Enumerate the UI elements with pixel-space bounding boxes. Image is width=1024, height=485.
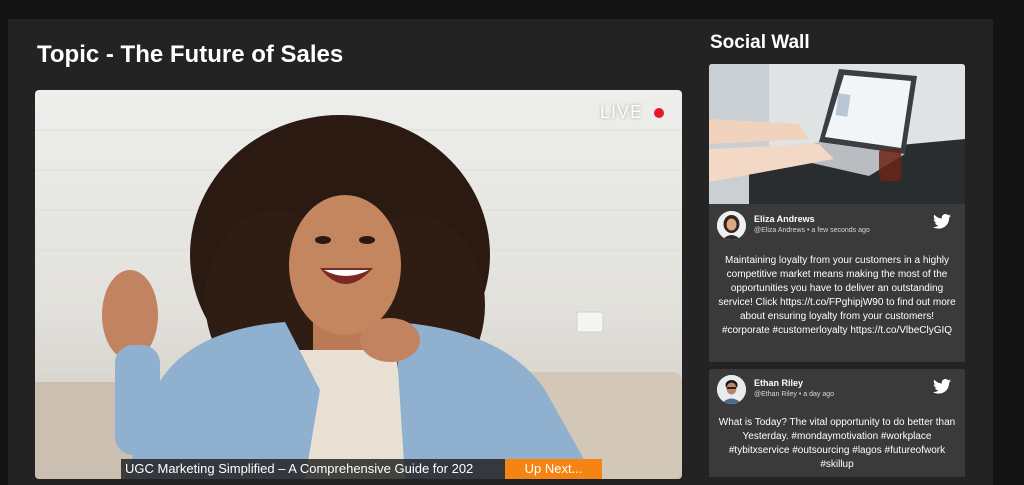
- post-text: Maintaining loyalty from your customers …: [718, 255, 956, 336]
- social-wall-title: Social Wall: [710, 32, 810, 53]
- social-post-card[interactable]: Eliza Andrews @Eliza Andrews • a few sec…: [709, 204, 965, 362]
- post-handle: @Eliza Andrews: [754, 227, 806, 234]
- twitter-icon[interactable]: [933, 379, 951, 394]
- live-indicator-dot: [654, 108, 664, 118]
- video-frame-image: [35, 115, 682, 479]
- post-text: What is Today? The vital opportunity to …: [718, 417, 956, 470]
- post-author: Ethan Riley: [754, 378, 804, 388]
- video-caption: UGC Marketing Simplified – A Comprehensi…: [121, 459, 505, 479]
- twitter-icon[interactable]: [933, 214, 951, 229]
- live-label: LIVE: [600, 102, 644, 122]
- post-time: a few seconds ago: [811, 227, 870, 234]
- page-title: Topic - The Future of Sales: [37, 41, 343, 69]
- topic-separator: -: [99, 41, 121, 68]
- topic-label: Topic: [37, 41, 100, 68]
- post-meta: @Eliza Andrews • a few seconds ago: [754, 227, 870, 234]
- social-post-card[interactable]: Ethan Riley @Ethan Riley • a day ago Wha…: [709, 369, 965, 477]
- laptop-photo: [709, 64, 965, 204]
- live-video-player[interactable]: LIVE UGC Marketing Simplified – A Compre…: [35, 90, 682, 479]
- post-meta: @Ethan Riley • a day ago: [754, 391, 834, 398]
- up-next-button[interactable]: Up Next...: [505, 459, 602, 479]
- post-author: Eliza Andrews: [754, 214, 815, 224]
- post-time: a day ago: [803, 391, 834, 398]
- topic-name: The Future of Sales: [120, 41, 344, 68]
- avatar: [717, 211, 746, 240]
- post-handle: @Ethan Riley: [754, 391, 797, 398]
- avatar: [717, 375, 746, 404]
- post-image[interactable]: [709, 64, 965, 204]
